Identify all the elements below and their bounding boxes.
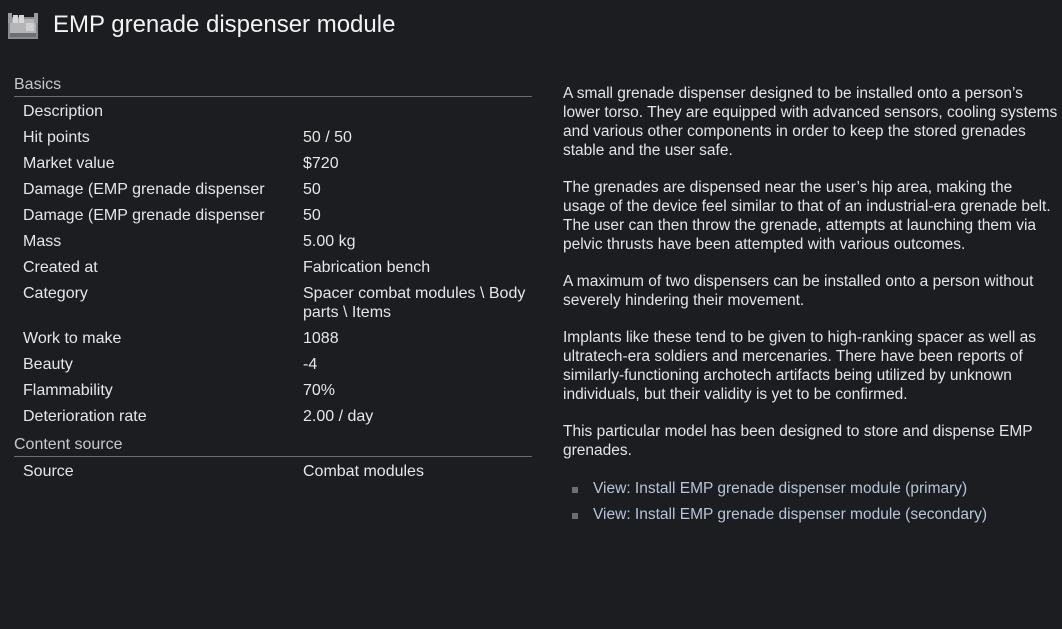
stat-value: 50 <box>303 181 321 198</box>
view-install-secondary-link[interactable]: View: Install EMP grenade dispenser modu… <box>563 502 1058 528</box>
section-header-content-source: Content source <box>14 434 532 457</box>
description-paragraph: Implants like these tend to be given to … <box>563 329 1037 403</box>
stat-row-category[interactable]: Category Spacer combat modules \ Body pa… <box>14 281 532 326</box>
stat-value: $720 <box>303 155 339 172</box>
link-label: View: Install EMP grenade dispenser modu… <box>593 480 968 497</box>
hyperlink-list: View: Install EMP grenade dispenser modu… <box>563 476 1058 528</box>
stats-panel: Basics Description Hit points 50 / 50 Ma… <box>14 74 532 485</box>
link-label: View: Install EMP grenade dispenser modu… <box>593 506 988 523</box>
bullet-icon <box>572 513 578 519</box>
stat-row-market-value[interactable]: Market value $720 <box>14 151 532 177</box>
stat-label: Created at <box>23 259 98 276</box>
stat-value: Combat modules <box>303 463 424 480</box>
stat-label: Description <box>23 103 104 120</box>
stat-value: -4 <box>303 356 318 373</box>
stat-row-description[interactable]: Description <box>14 99 532 125</box>
stat-row-damage-primary[interactable]: Damage (EMP grenade dispenser 50 <box>14 177 532 203</box>
bullet-icon <box>572 487 578 493</box>
stat-row-flammability[interactable]: Flammability 70% <box>14 378 532 404</box>
stat-label: Damage (EMP grenade dispenser <box>23 207 265 224</box>
stat-label: Work to make <box>23 330 122 347</box>
stat-row-damage-secondary[interactable]: Damage (EMP grenade dispenser 50 <box>14 203 532 229</box>
stat-label: Deterioration rate <box>23 408 147 425</box>
stat-value: 70% <box>303 382 336 399</box>
stat-row-source[interactable]: Source Combat modules <box>14 459 532 485</box>
stat-value: 5.00 kg <box>303 233 356 250</box>
stat-label: Mass <box>23 233 62 250</box>
stat-label: Damage (EMP grenade dispenser <box>23 181 265 198</box>
stat-row-hit-points[interactable]: Hit points 50 / 50 <box>14 125 532 151</box>
stat-row-mass[interactable]: Mass 5.00 kg <box>14 229 532 255</box>
stat-value: 50 / 50 <box>303 129 352 146</box>
stat-label: Category <box>23 285 88 302</box>
description-paragraph: A maximum of two dispensers can be insta… <box>563 273 1034 309</box>
stat-row-deterioration-rate[interactable]: Deterioration rate 2.00 / day <box>14 404 532 430</box>
stat-value: 50 <box>303 207 321 224</box>
stat-row-created-at[interactable]: Created at Fabrication bench <box>14 255 532 281</box>
stat-value: 2.00 / day <box>303 408 374 425</box>
stat-value: Fabrication bench <box>303 259 431 276</box>
description-paragraph: This particular model has been designed … <box>563 423 1033 459</box>
description-paragraph: The grenades are dispensed near the user… <box>563 179 1051 253</box>
stat-row-work-to-make[interactable]: Work to make 1088 <box>14 326 532 352</box>
emp-grenade-dispenser-module-icon <box>6 11 40 43</box>
stat-value: Spacer combat modules \ Body parts \ Ite… <box>303 285 526 321</box>
stat-label: Market value <box>23 155 115 172</box>
page-title: EMP grenade dispenser module <box>53 11 396 38</box>
header: EMP grenade dispenser module <box>0 0 1062 56</box>
section-header-basics: Basics <box>14 74 532 97</box>
description-paragraph: A small grenade dispenser designed to be… <box>563 85 1058 159</box>
view-install-primary-link[interactable]: View: Install EMP grenade dispenser modu… <box>563 476 1058 502</box>
stat-label: Hit points <box>23 129 90 146</box>
stat-label: Source <box>23 463 74 480</box>
description-panel: A small grenade dispenser designed to be… <box>563 84 1058 528</box>
stat-row-beauty[interactable]: Beauty -4 <box>14 352 532 378</box>
stat-label: Beauty <box>23 356 73 373</box>
stat-value: 1088 <box>303 330 339 347</box>
stat-label: Flammability <box>23 382 113 399</box>
